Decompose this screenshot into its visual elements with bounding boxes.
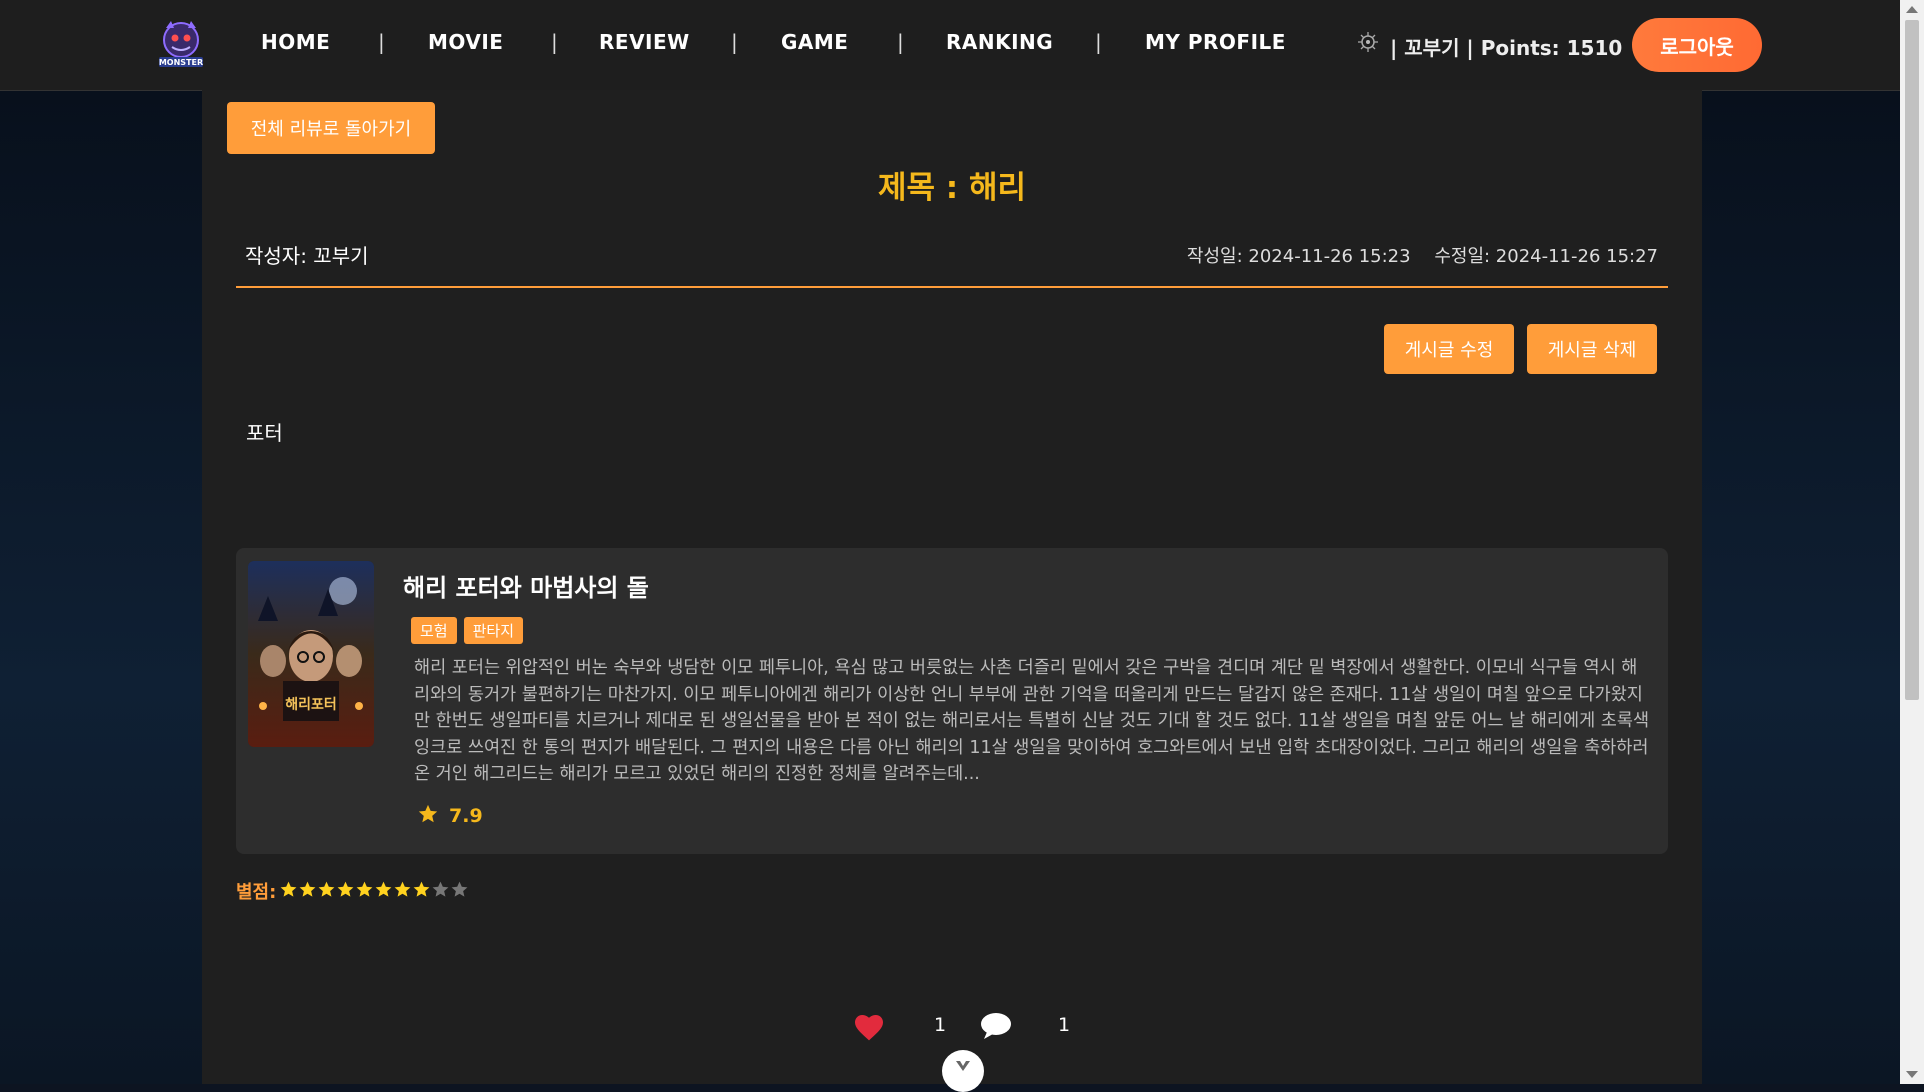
scrollbar-thumb[interactable] — [1905, 20, 1919, 700]
movie-rating-value: 7.9 — [449, 805, 483, 827]
scroll-down-button[interactable] — [942, 1050, 984, 1092]
created-date: 작성일: 2024-11-26 15:23 — [1186, 246, 1411, 267]
nav-my-profile[interactable]: MY PROFILE — [1145, 30, 1286, 54]
star-filled-icon — [394, 881, 411, 897]
review-body: 포터 — [246, 421, 283, 445]
edit-post-button[interactable]: 게시글 수정 — [1384, 324, 1514, 374]
review-title: 제목 : 해리 — [877, 170, 1027, 206]
star-empty-icon — [432, 881, 449, 897]
star-filled-icon — [375, 881, 392, 897]
nav-separator: | — [551, 30, 558, 54]
star-rating-stars — [279, 880, 469, 903]
back-to-reviews-button[interactable]: 전체 리뷰로 돌아가기 — [227, 102, 435, 154]
nav-separator: | — [897, 30, 904, 54]
comment-icon[interactable] — [979, 1011, 1013, 1045]
nav-ranking[interactable]: RANKING — [946, 30, 1053, 54]
nav-game[interactable]: GAME — [781, 30, 848, 54]
nav-review[interactable]: REVIEW — [599, 30, 690, 54]
user-badge-icon — [1356, 30, 1380, 54]
star-icon — [417, 803, 439, 829]
vertical-scrollbar[interactable] — [1900, 0, 1924, 1084]
logo-text: MONSTER — [159, 58, 203, 67]
star-filled-icon — [299, 881, 316, 897]
star-filled-icon — [337, 881, 354, 897]
review-author: 작성자: 꼬부기 — [245, 244, 369, 268]
movie-title[interactable]: 해리 포터와 마법사의 돌 — [403, 568, 649, 603]
user-points-text: | 꼬부기 | Points: 1510 — [1390, 36, 1623, 60]
delete-post-button[interactable]: 게시글 삭제 — [1527, 324, 1657, 374]
user-star-rating: 별점: — [236, 878, 469, 904]
nav-separator: | — [1095, 30, 1102, 54]
star-filled-icon — [356, 881, 373, 897]
scroll-down-arrow-icon[interactable] — [1906, 1071, 1918, 1078]
modified-date: 수정일: 2024-11-26 15:27 — [1434, 246, 1658, 267]
monster-logo-icon[interactable]: MONSTER — [156, 18, 206, 72]
top-navbar: MONSTER HOME | MOVIE | REVIEW | GAME | R… — [0, 0, 1900, 91]
comment-count: 1 — [1058, 1014, 1071, 1036]
heart-icon[interactable] — [853, 1012, 885, 1046]
movie-card[interactable]: 해리포터 해리 포터와 마법사의 돌 모험 판타지 해리 포터는 위압적인 버논… — [236, 548, 1668, 854]
movie-poster[interactable]: 해리포터 — [248, 561, 374, 747]
star-filled-icon — [413, 881, 430, 897]
like-count: 1 — [934, 1014, 947, 1036]
movie-synopsis: 해리 포터는 위압적인 버논 숙부와 냉담한 이모 페투니아, 욕심 많고 버릇… — [414, 658, 1650, 784]
nav-movie[interactable]: MOVIE — [428, 30, 503, 54]
scroll-up-arrow-icon[interactable] — [1906, 6, 1918, 13]
chevron-down-icon — [955, 1058, 971, 1077]
background-left — [0, 90, 202, 1084]
star-filled-icon — [280, 881, 297, 897]
header-divider — [236, 286, 1668, 288]
review-detail-panel: 전체 리뷰로 돌아가기 제목 : 해리 작성자: 꼬부기 작성일: 2024-1… — [202, 90, 1702, 1092]
poster-title-text: 해리포터 — [285, 697, 337, 713]
stars-label: 별점: — [236, 882, 277, 903]
logout-button[interactable]: 로그아웃 — [1632, 18, 1762, 72]
nav-separator: | — [731, 30, 738, 54]
star-empty-icon — [451, 881, 468, 897]
genre-tags: 모험 판타지 — [411, 617, 524, 644]
movie-rating: 7.9 — [417, 803, 483, 829]
genre-tag: 판타지 — [463, 617, 524, 644]
review-dates: 작성일: 2024-11-26 15:23 수정일: 2024-11-26 15… — [1187, 242, 1658, 268]
nav-separator: | — [378, 30, 385, 54]
genre-tag: 모험 — [411, 617, 457, 644]
nav-home[interactable]: HOME — [261, 30, 330, 54]
star-filled-icon — [318, 881, 335, 897]
background-right — [1702, 90, 1900, 1084]
